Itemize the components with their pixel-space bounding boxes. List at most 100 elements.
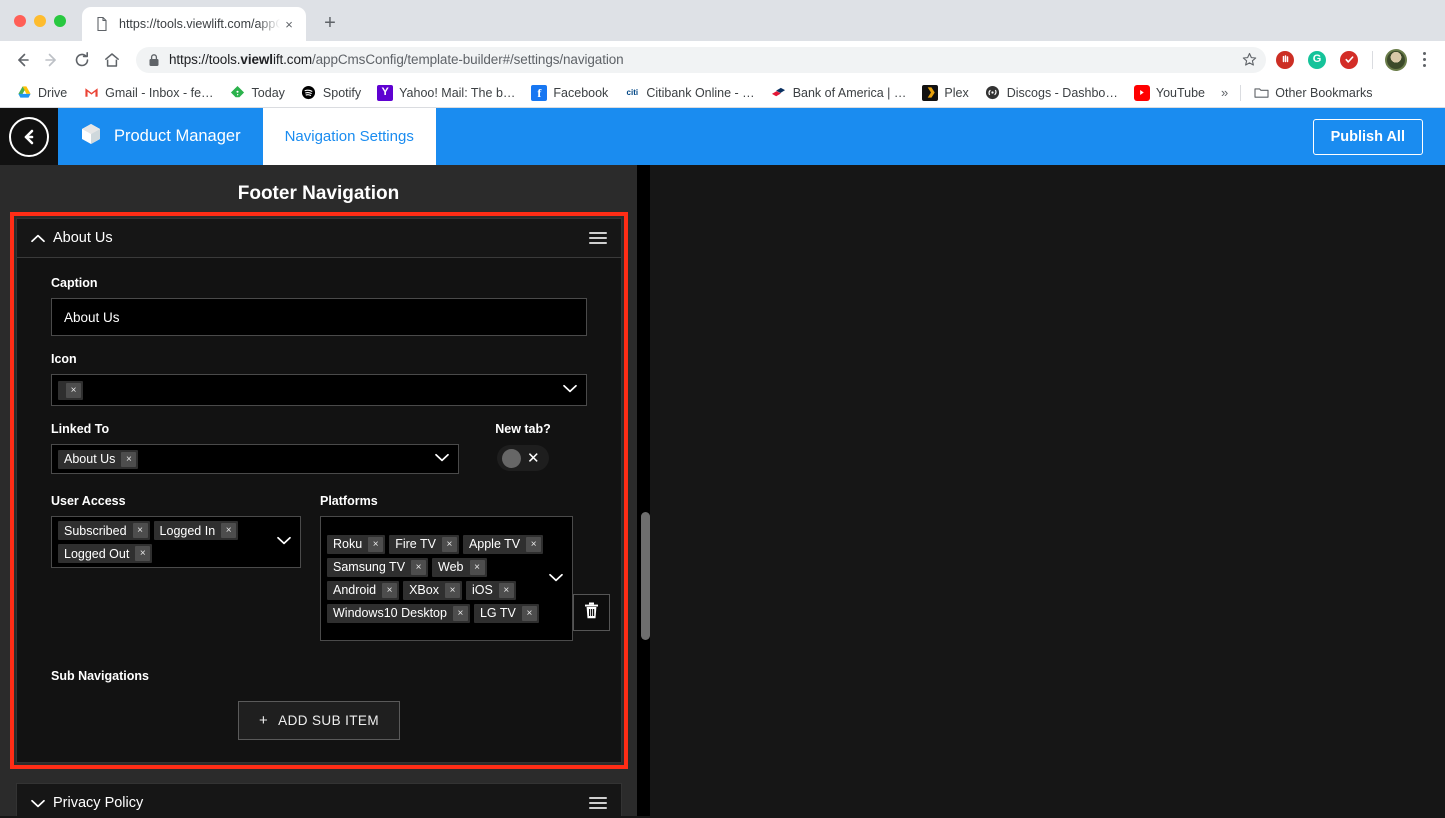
forward-icon[interactable] xyxy=(38,46,66,74)
cube-icon xyxy=(80,122,102,151)
grammarly-extension-icon[interactable]: G xyxy=(1308,50,1326,69)
bookmark-item[interactable]: Discogs - Dashbo… xyxy=(977,81,1126,105)
chip-remove-icon[interactable]: × xyxy=(444,582,460,598)
chip: Roku × xyxy=(327,534,386,554)
plex-icon xyxy=(922,84,939,101)
caption-label: Caption xyxy=(51,276,98,290)
panel-scrollbar-thumb[interactable] xyxy=(641,512,650,640)
bookmark-item[interactable]: Gmail - Inbox - fe… xyxy=(75,81,221,105)
lock-icon xyxy=(148,53,160,67)
platforms-select[interactable]: Roku × Fire TV × Apple TV × Samsung TV × Web… xyxy=(320,516,573,641)
drag-handle-icon[interactable] xyxy=(589,232,607,244)
bookmark-label: Today xyxy=(251,85,285,100)
icon-field-group: Icon × xyxy=(51,352,587,406)
delete-column xyxy=(573,494,610,631)
chip-remove-icon[interactable]: × xyxy=(121,451,137,467)
chip-label: Fire TV xyxy=(395,537,436,551)
toggle-off-icon: ✕ xyxy=(527,449,540,467)
chip-remove-icon[interactable]: × xyxy=(526,536,542,552)
reload-icon[interactable] xyxy=(68,46,96,74)
delete-nav-item-button[interactable] xyxy=(573,594,610,631)
chip-remove-icon[interactable]: × xyxy=(441,536,457,552)
nav-item-card-header[interactable]: About Us xyxy=(17,219,621,258)
application-viewport: Product Manager Navigation Settings Publ… xyxy=(0,108,1445,816)
youtube-icon xyxy=(1133,84,1150,101)
app-back-button[interactable] xyxy=(0,108,58,165)
chip-remove-icon[interactable]: × xyxy=(382,582,398,598)
bookmark-star-icon[interactable] xyxy=(1236,46,1262,73)
icon-select[interactable]: × xyxy=(51,374,587,406)
window-maximize-button[interactable] xyxy=(54,15,66,27)
chip-label: Apple TV xyxy=(468,537,521,551)
app-header-spacer xyxy=(436,108,1313,165)
chevron-up-icon[interactable] xyxy=(31,234,49,243)
chip-remove-icon[interactable]: × xyxy=(452,605,468,621)
chevron-down-icon[interactable] xyxy=(31,799,49,808)
avatar[interactable] xyxy=(1385,48,1407,71)
back-icon[interactable] xyxy=(8,46,36,74)
nav-item-card-header[interactable]: Privacy Policy xyxy=(17,784,621,816)
drag-handle-icon[interactable] xyxy=(589,797,607,809)
chip-remove-icon[interactable]: × xyxy=(135,546,151,561)
tab-navigation-settings[interactable]: Navigation Settings xyxy=(262,108,436,165)
chip-remove-icon[interactable]: × xyxy=(498,582,514,598)
bookmark-item[interactable]: Bank of America | … xyxy=(763,81,915,105)
chevron-down-icon[interactable] xyxy=(563,384,577,396)
url-path: /appCmsConfig/template-builder#/settings… xyxy=(312,52,624,67)
caption-input[interactable]: About Us xyxy=(51,298,587,336)
bookmark-item[interactable]: Y Yahoo! Mail: The b… xyxy=(369,81,523,105)
plus-icon: + xyxy=(259,712,269,729)
home-icon[interactable] xyxy=(98,46,126,74)
chip: Windows10 Desktop × xyxy=(327,603,470,623)
user-access-field-group: User Access Subscribed × Logged In × Logge… xyxy=(51,494,301,568)
linked-to-select[interactable]: About Us × xyxy=(51,444,459,474)
chip: × xyxy=(58,380,83,400)
navigation-editor-panel: Footer Navigation About Us Caption About… xyxy=(0,165,637,816)
user-access-select[interactable]: Subscribed × Logged In × Logged Out × xyxy=(51,516,301,568)
browser-tab[interactable]: https://tools.viewlift.com/appC × xyxy=(82,7,306,41)
other-bookmarks-folder[interactable]: Other Bookmarks xyxy=(1245,81,1380,105)
bookmark-label: Drive xyxy=(38,85,68,100)
chip: Subscribed × xyxy=(58,521,150,540)
bookmark-item[interactable]: YouTube xyxy=(1126,81,1213,105)
window-controls[interactable] xyxy=(0,15,66,41)
chevron-down-icon[interactable] xyxy=(549,573,563,585)
chip-remove-icon[interactable]: × xyxy=(66,382,81,398)
platforms-chips: Roku × Fire TV × Apple TV × Samsung TV × Web… xyxy=(327,534,568,623)
close-icon[interactable]: × xyxy=(280,15,298,33)
chip-remove-icon[interactable]: × xyxy=(521,605,537,621)
chip-label: XBox xyxy=(409,583,439,597)
ublock-extension-icon[interactable] xyxy=(1276,50,1294,69)
bookmark-item[interactable]: Plex xyxy=(914,81,976,105)
new-tab-toggle[interactable]: ✕ xyxy=(497,445,549,471)
chevron-down-icon[interactable] xyxy=(435,453,449,465)
chip-remove-icon[interactable]: × xyxy=(469,559,485,575)
panel-scrollbar[interactable] xyxy=(637,165,650,816)
browser-toolbar: https://tools.viewlift.com/appCmsConfig/… xyxy=(0,41,1445,78)
bookmark-item[interactable]: Spotify xyxy=(293,81,369,105)
chevron-down-icon[interactable] xyxy=(277,536,291,548)
product-manager-link[interactable]: Product Manager xyxy=(58,108,263,165)
bookmarks-divider xyxy=(1240,84,1242,101)
preview-pane xyxy=(650,165,1445,816)
add-sub-item-button[interactable]: + ADD SUB ITEM xyxy=(238,701,400,740)
sub-navigations-label: Sub Navigations xyxy=(51,669,149,683)
folder-icon xyxy=(1253,85,1269,101)
lastpass-extension-icon[interactable] xyxy=(1340,50,1358,69)
window-minimize-button[interactable] xyxy=(34,15,46,27)
discogs-icon xyxy=(985,85,1001,101)
chip-remove-icon[interactable]: × xyxy=(368,536,384,552)
bookmark-item[interactable]: Today xyxy=(222,81,293,105)
browser-menu-button[interactable] xyxy=(1413,52,1435,67)
chip-remove-icon[interactable]: × xyxy=(411,559,427,575)
bookmark-item[interactable]: f Facebook xyxy=(523,81,616,105)
bookmark-item[interactable]: Drive xyxy=(8,81,75,105)
chip-remove-icon[interactable]: × xyxy=(221,523,237,538)
new-tab-button[interactable]: + xyxy=(316,9,344,37)
address-bar[interactable]: https://tools.viewlift.com/appCmsConfig/… xyxy=(136,46,1266,73)
chip-remove-icon[interactable]: × xyxy=(132,523,148,538)
publish-all-button[interactable]: Publish All xyxy=(1312,118,1423,155)
bookmark-item[interactable]: citi Citibank Online - … xyxy=(616,81,762,105)
bookmarks-overflow-button[interactable]: » xyxy=(1213,85,1236,100)
window-close-button[interactable] xyxy=(14,15,26,27)
